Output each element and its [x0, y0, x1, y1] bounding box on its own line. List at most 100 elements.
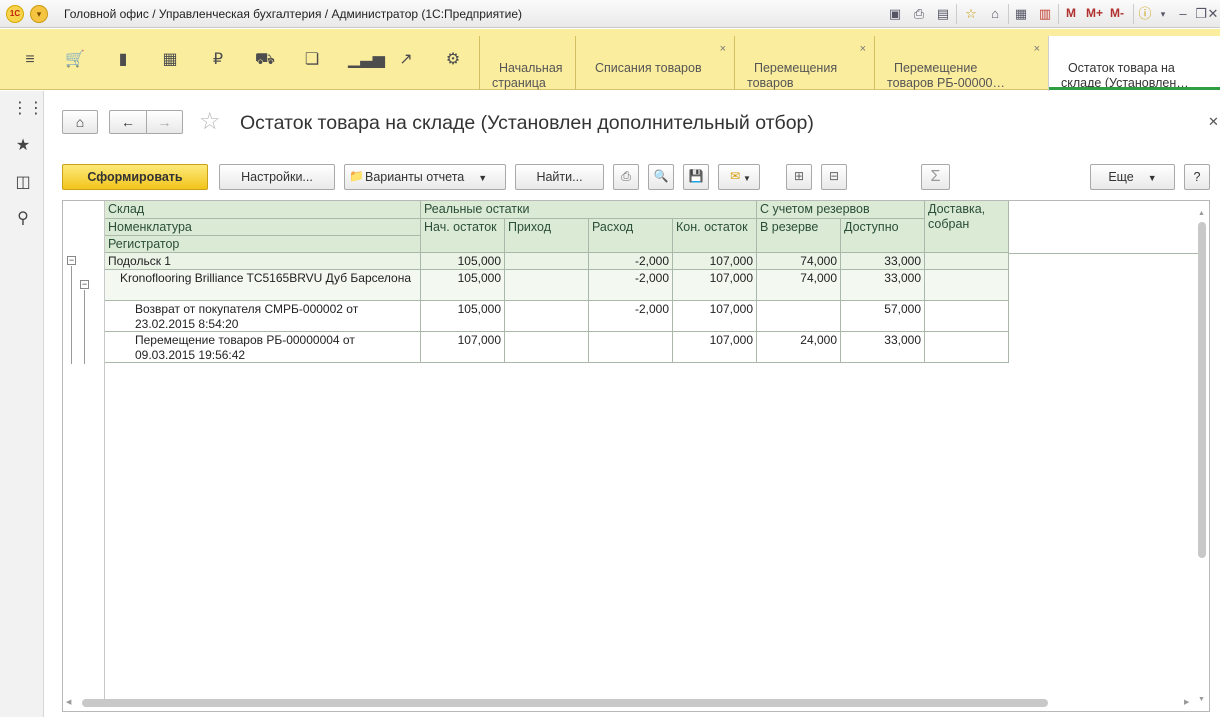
row-registrar-label[interactable]: Перемещение товаров РБ-00000004 от 09.03… [105, 332, 421, 363]
menu-icon[interactable]: ≡ [19, 49, 41, 71]
find-button[interactable]: Найти... [515, 164, 604, 190]
form-close-icon[interactable]: ✕ [1208, 114, 1219, 130]
row-reserved: 24,000 [757, 332, 841, 363]
row-registrar-label[interactable]: Возврат от покупателя СМРБ-000002 от 23.… [105, 301, 421, 332]
cart-icon[interactable]: 🛒 [64, 49, 86, 71]
memory-m-button[interactable]: M [1066, 6, 1076, 20]
row-end: 107,000 [673, 253, 757, 270]
bar-chart-icon[interactable]: ▁▃▅ [348, 49, 385, 71]
form-title: Остаток товара на складе (Установлен доп… [240, 112, 814, 134]
help-button[interactable]: ? [1184, 164, 1210, 190]
row-delivery [925, 253, 1009, 270]
more-button[interactable]: Еще ▼ [1090, 164, 1175, 190]
tree-line [84, 290, 85, 364]
tab-transfer-doc-label: Перемещение товаров РБ-00000… [887, 61, 1005, 90]
vertical-scrollbar[interactable]: ▲ ▼ [1196, 210, 1208, 706]
main-menu-chevron-icon[interactable]: ▾ [30, 5, 48, 23]
separator [1058, 4, 1059, 24]
chevron-down-icon: ▼ [743, 174, 751, 183]
scroll-left-icon[interactable]: ◀ [66, 698, 71, 706]
print-icon[interactable]: ⎙ [910, 5, 928, 23]
row-delivery [925, 270, 1009, 301]
window-title-bar: 1С ▾ Головной офис / Управленческая бухг… [0, 0, 1220, 28]
close-icon[interactable]: × [1034, 42, 1040, 57]
row-end: 107,000 [673, 332, 757, 363]
tab-writeoffs-label: Списания товаров [594, 61, 702, 75]
header-delivery: Доставка, собран [925, 201, 1009, 253]
envelope-icon: ✉ [730, 169, 741, 184]
horizontal-scroll-thumb[interactable] [82, 699, 1048, 707]
preview-button[interactable]: 🔍 [648, 164, 674, 190]
close-window-icon[interactable]: ✕ [1206, 5, 1220, 23]
search-icon[interactable]: ⚲ [12, 208, 34, 230]
history-icon[interactable]: ◫ [12, 172, 34, 194]
tab-transfers-label: Перемещения товаров [747, 61, 838, 90]
row-available: 33,000 [841, 253, 925, 270]
collapse-toggle-icon[interactable]: − [67, 256, 76, 265]
header-with-reserves: С учетом резервов [757, 201, 925, 219]
save-button[interactable]: 💾 [683, 164, 709, 190]
tab-stock-report[interactable]: Остаток товара на складе (Установлен… [1048, 36, 1220, 91]
add-favorite-icon[interactable]: ☆ [962, 5, 980, 23]
documents-icon[interactable]: ❏ [301, 49, 323, 71]
truck-icon[interactable]: ⛟ [254, 49, 276, 71]
apps-grid-icon[interactable]: ⋮⋮ [12, 98, 44, 120]
info-icon[interactable]: ⓘ [1136, 5, 1154, 23]
report-variants-button[interactable]: 📁Варианты отчета ▼ [344, 164, 506, 190]
header-item: Номенклатура [105, 219, 421, 236]
home-button[interactable]: ⌂ [62, 110, 98, 134]
favorites-star-icon[interactable]: ★ [12, 135, 34, 157]
scroll-down-icon[interactable]: ▼ [1198, 696, 1205, 703]
print-preview-icon: 🔍 [653, 169, 669, 184]
home-page-icon[interactable]: ⌂ [986, 5, 1004, 23]
info-dropdown-icon[interactable]: ▾ [1154, 5, 1172, 23]
arrow-right-icon: → [157, 114, 172, 130]
calendar-icon[interactable]: ▥ [1036, 5, 1054, 23]
gear-icon[interactable]: ⚙ [442, 49, 464, 71]
sum-button[interactable]: Σ [921, 164, 950, 190]
scroll-right-icon[interactable]: ▶ [1184, 698, 1189, 706]
row-reserved: 74,000 [757, 253, 841, 270]
tab-home[interactable]: Начальная страница [479, 36, 575, 90]
favorite-star-icon[interactable]: ☆ [199, 108, 221, 136]
trend-icon[interactable]: ↗ [395, 49, 417, 71]
report-variants-label: Варианты отчета [365, 170, 465, 184]
header-reserved: В резерве [757, 219, 841, 253]
memory-m-minus-button[interactable]: M- [1110, 6, 1124, 20]
row-income [505, 332, 589, 363]
tab-transfers[interactable]: Перемещения товаров × [734, 36, 874, 90]
row-start: 105,000 [421, 253, 505, 270]
memory-m-plus-button[interactable]: M+ [1086, 6, 1103, 20]
row-reserved [757, 301, 841, 332]
row-expense: -2,000 [589, 270, 673, 301]
tab-writeoffs[interactable]: Списания товаров × [575, 36, 734, 90]
bag-icon[interactable]: ▮ [112, 49, 134, 71]
row-expense [589, 332, 673, 363]
back-button[interactable]: ← [109, 110, 146, 134]
vertical-scroll-thumb[interactable] [1198, 222, 1206, 558]
row-income [505, 301, 589, 332]
generate-button[interactable]: Сформировать [62, 164, 208, 190]
settings-button[interactable]: Настройки... [219, 164, 335, 190]
header-registrar: Регистратор [105, 236, 421, 253]
grid-icon[interactable]: ▦ [159, 49, 181, 71]
report-spreadsheet[interactable]: Склад Номенклатура Регистратор Реальные … [62, 200, 1210, 712]
send-mail-button[interactable]: ✉ ▼ [718, 164, 760, 190]
tab-transfer-doc[interactable]: Перемещение товаров РБ-00000… × [874, 36, 1048, 90]
collapse-groups-button[interactable]: ⊟ [821, 164, 847, 190]
expand-groups-button[interactable]: ⊞ [786, 164, 812, 190]
save-icon[interactable]: ▣ [886, 5, 904, 23]
calculator-icon[interactable]: ▦ [1012, 5, 1030, 23]
horizontal-scrollbar[interactable]: ◀ ▶ [64, 697, 1194, 709]
ruble-icon[interactable]: ₽ [207, 49, 229, 71]
close-icon[interactable]: × [860, 42, 866, 57]
collapse-toggle-icon[interactable]: − [80, 280, 89, 289]
scroll-up-icon[interactable]: ▲ [1198, 210, 1205, 217]
close-icon[interactable]: × [720, 42, 726, 57]
header-income: Приход [505, 219, 589, 253]
forward-button[interactable]: → [146, 110, 183, 134]
minimize-icon[interactable]: – [1174, 5, 1192, 23]
print-button[interactable]: ⎙ [613, 164, 639, 190]
preview-icon[interactable]: ▤ [934, 5, 952, 23]
tab-home-label: Начальная страница [492, 61, 563, 90]
